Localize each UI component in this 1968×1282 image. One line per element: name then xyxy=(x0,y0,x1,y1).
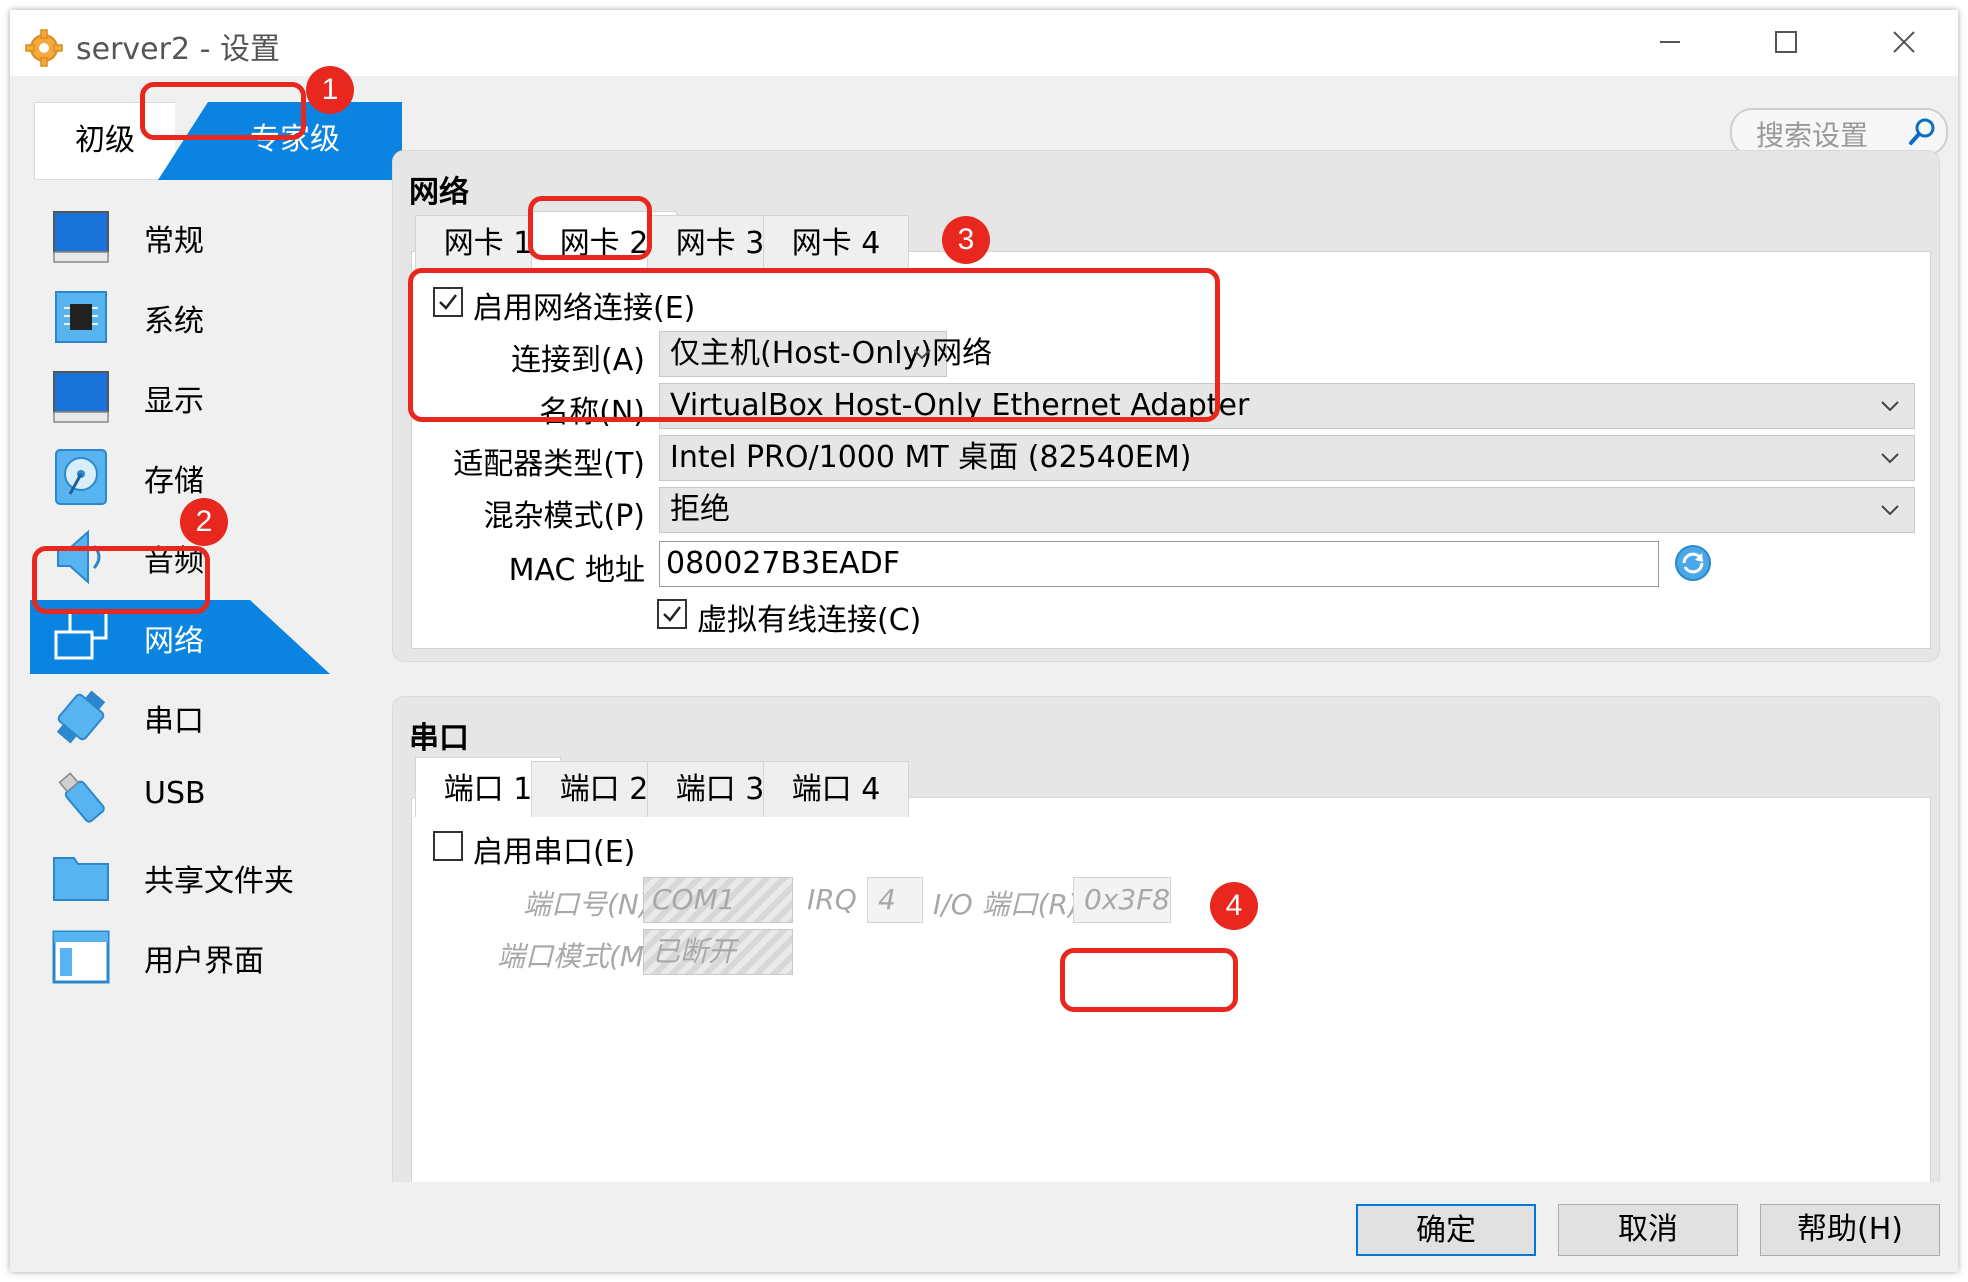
serial-group-title: 串口 xyxy=(409,721,469,756)
window-title: server2 - 设置 xyxy=(76,32,280,67)
usb-icon xyxy=(58,772,105,823)
network-group-title: 网络 xyxy=(409,175,469,210)
network-icon xyxy=(54,610,108,660)
sidebar-item-label: USB xyxy=(144,776,206,811)
annotation-badge-1: 1 xyxy=(306,66,354,114)
enable-serial-checkbox[interactable] xyxy=(433,831,463,861)
sidebar-item-general[interactable]: 常规 xyxy=(30,192,430,282)
promiscuous-label: 混杂模式(P) xyxy=(483,499,646,534)
sidebar-item-label: 存储 xyxy=(144,464,204,499)
tab-adapter-4[interactable]: 网卡 4 xyxy=(763,215,909,271)
display-icon xyxy=(53,371,109,423)
settings-window: server2 - 设置 初级 专家级 搜索设置 常规 系统 显示 存储 音频 … xyxy=(10,10,1958,1272)
sidebar-item-system[interactable]: 系统 xyxy=(30,272,430,362)
sidebar-item-label: 显示 xyxy=(144,384,204,419)
checkmark-icon xyxy=(663,606,681,622)
gear-icon xyxy=(25,29,63,67)
help-button[interactable]: 帮助(H) xyxy=(1760,1204,1940,1256)
chevron-down-icon xyxy=(1881,453,1899,464)
serial-port-tabs: 端口 1 端口 2 端口 3 端口 4 xyxy=(415,757,1015,817)
irq-label: IRQ xyxy=(807,883,857,916)
port-mode-label: 端口模式(M) xyxy=(497,940,656,973)
sidebar-item-label: 网络 xyxy=(144,624,204,659)
chevron-down-icon xyxy=(1881,401,1899,412)
sidebar-item-usb[interactable]: USB xyxy=(30,752,430,842)
sidebar-item-shared-folders[interactable]: 共享文件夹 xyxy=(30,832,430,922)
search-field[interactable]: 搜索设置 xyxy=(1730,108,1948,156)
port-number-label: 端口号(N) xyxy=(523,888,650,921)
annotation-badge-2: 2 xyxy=(180,498,228,546)
enable-serial-label: 启用串口(E) xyxy=(473,835,636,870)
highlight-network-settings xyxy=(408,268,1220,422)
network-adapter-tabs: 网卡 1 网卡 2 网卡 3 网卡 4 xyxy=(415,211,1015,271)
monitor-icon xyxy=(53,211,109,263)
mac-address-input[interactable]: 080027B3EADF xyxy=(659,541,1659,587)
promiscuous-value: 拒绝 xyxy=(670,492,730,527)
adapter-type-label: 适配器类型(T) xyxy=(453,447,645,482)
promiscuous-select[interactable]: 拒绝 xyxy=(659,487,1915,533)
adapter-type-value: Intel PRO/1000 MT 桌面 (82540EM) xyxy=(670,440,1192,475)
annotation-badge-3: 3 xyxy=(942,216,990,264)
sidebar-item-label: 用户界面 xyxy=(144,944,264,979)
sidebar-item-label: 系统 xyxy=(144,304,204,339)
sidebar-item-user-interface[interactable]: 用户界面 xyxy=(30,912,430,1002)
ui-icon xyxy=(52,930,110,984)
chevron-down-icon xyxy=(1881,505,1899,516)
sidebar-item-storage[interactable]: 存储 xyxy=(30,432,430,522)
chip-icon xyxy=(55,291,107,343)
disk-icon xyxy=(55,449,107,505)
serial-icon xyxy=(56,690,106,744)
highlight-ok-button xyxy=(1060,948,1238,1012)
cable-connected-checkbox[interactable] xyxy=(657,599,687,629)
annotation-badge-4: 4 xyxy=(1210,882,1258,930)
port-number-select[interactable]: COM1 xyxy=(643,877,793,923)
sidebar-item-display[interactable]: 显示 xyxy=(30,352,430,442)
tab-port-4[interactable]: 端口 4 xyxy=(763,761,909,817)
ok-button[interactable]: 确定 xyxy=(1356,1204,1536,1256)
refresh-mac-icon[interactable] xyxy=(1673,543,1713,583)
highlight-adapter-2-tab xyxy=(528,196,652,260)
maximize-icon[interactable] xyxy=(1756,18,1816,66)
io-port-label: I/O 端口(R) xyxy=(933,888,1079,921)
close-icon[interactable] xyxy=(1874,18,1934,66)
minimize-icon[interactable] xyxy=(1640,18,1700,66)
io-port-input[interactable]: 0x3F8 xyxy=(1073,877,1171,923)
sidebar-item-serial[interactable]: 串口 xyxy=(30,672,430,762)
search-placeholder: 搜索设置 xyxy=(1756,119,1869,152)
adapter-type-select[interactable]: Intel PRO/1000 MT 桌面 (82540EM) xyxy=(659,435,1915,481)
title-bar: server2 - 设置 xyxy=(10,10,1958,76)
sidebar-item-label: 常规 xyxy=(144,224,204,259)
irq-input[interactable]: 4 xyxy=(867,877,923,923)
cable-connected-label: 虚拟有线连接(C) xyxy=(697,603,922,638)
mac-address-label: MAC 地址 xyxy=(508,553,645,588)
folder-icon xyxy=(53,857,109,901)
cancel-button[interactable]: 取消 xyxy=(1558,1204,1738,1256)
highlight-expert-tab xyxy=(140,82,306,140)
highlight-network-item xyxy=(32,546,210,614)
sidebar-item-label: 串口 xyxy=(144,704,204,739)
port-mode-select[interactable]: 已断开 xyxy=(643,929,793,975)
search-icon[interactable] xyxy=(1906,116,1938,148)
sidebar-item-label: 共享文件夹 xyxy=(144,864,294,899)
